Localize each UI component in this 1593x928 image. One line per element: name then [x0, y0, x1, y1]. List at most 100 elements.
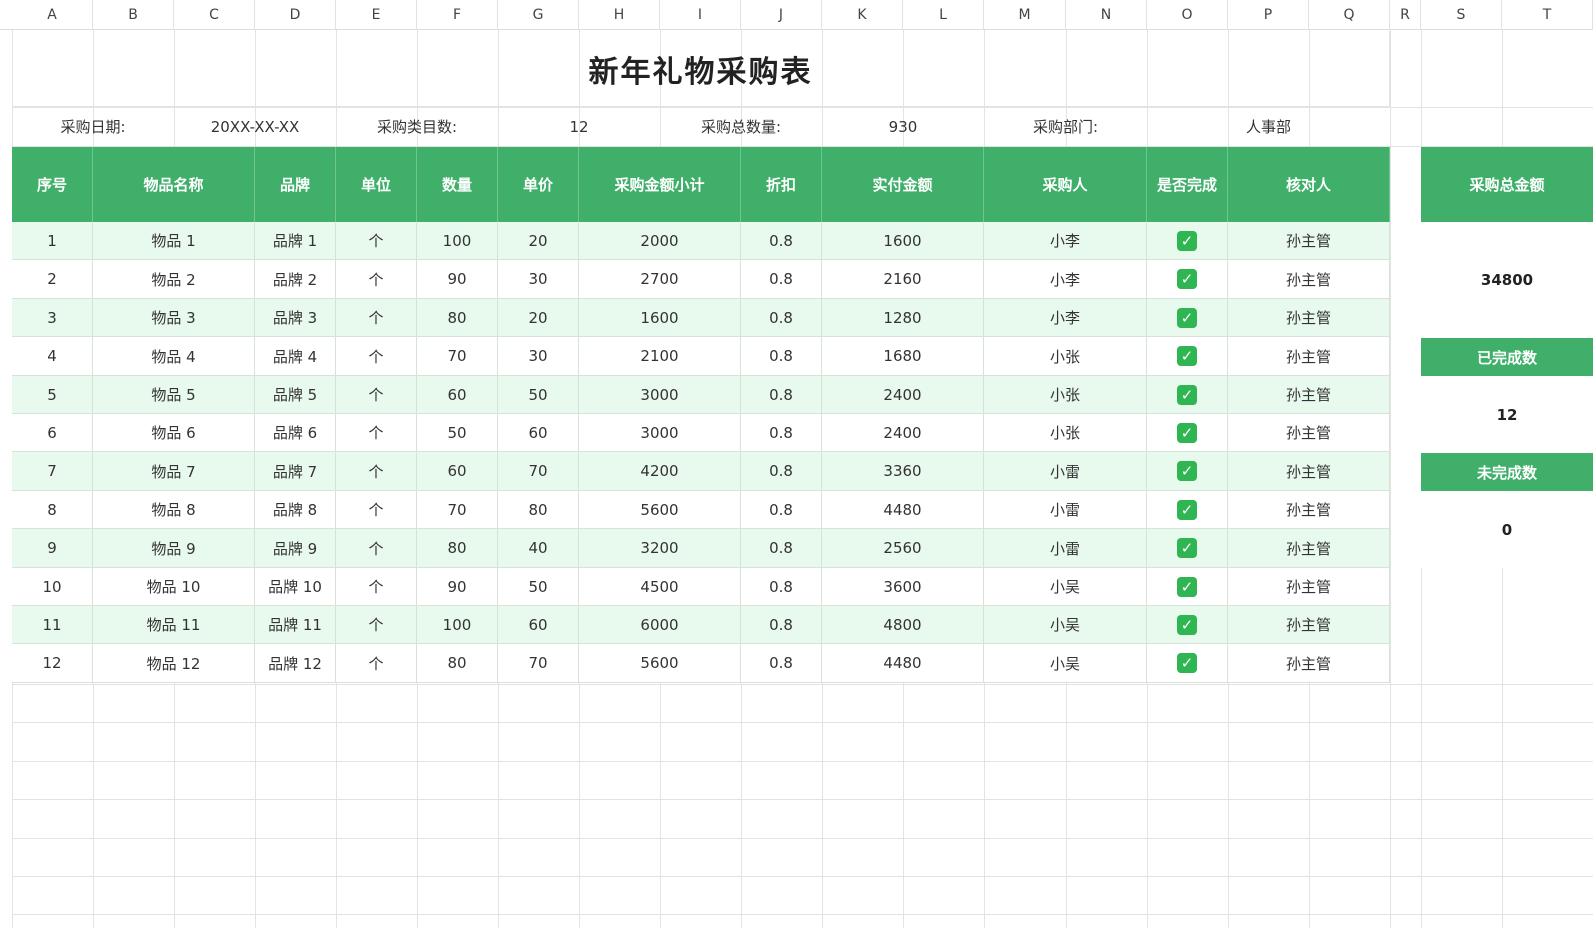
- cell-buyer[interactable]: 小张: [984, 414, 1147, 452]
- cell-unit-price[interactable]: 20: [498, 222, 579, 260]
- column-header-m[interactable]: M: [984, 0, 1066, 30]
- cell-done[interactable]: ✓: [1147, 260, 1228, 299]
- column-header-d[interactable]: D: [255, 0, 336, 30]
- cell-unit-price[interactable]: 50: [498, 568, 579, 606]
- cell-quantity[interactable]: 90: [417, 568, 498, 606]
- cell-checker[interactable]: 孙主管: [1228, 337, 1390, 376]
- cell-unit[interactable]: 个: [336, 260, 417, 299]
- cell-done[interactable]: ✓: [1147, 222, 1228, 260]
- cell-buyer[interactable]: 小张: [984, 337, 1147, 376]
- cell-discount[interactable]: 0.8: [741, 452, 822, 491]
- cell-buyer[interactable]: 小张: [984, 376, 1147, 414]
- column-header-l[interactable]: L: [903, 0, 984, 30]
- incomplete-count-value[interactable]: 0: [1421, 491, 1593, 568]
- checkbox-checked-icon[interactable]: ✓: [1177, 461, 1197, 481]
- column-header-c[interactable]: C: [174, 0, 255, 30]
- cell-item-name[interactable]: 物品 7: [93, 452, 255, 491]
- cell-buyer[interactable]: 小雷: [984, 491, 1147, 529]
- cell-discount[interactable]: 0.8: [741, 568, 822, 606]
- cell-item-name[interactable]: 物品 9: [93, 529, 255, 568]
- column-header-b[interactable]: B: [93, 0, 174, 30]
- header-unit-price[interactable]: 单价: [498, 147, 579, 222]
- header-discount[interactable]: 折扣: [741, 147, 822, 222]
- header-buyer[interactable]: 采购人: [984, 147, 1147, 222]
- cell-index[interactable]: 5: [12, 376, 93, 414]
- header-done[interactable]: 是否完成: [1147, 147, 1228, 222]
- cell-done[interactable]: ✓: [1147, 529, 1228, 568]
- cell-item-name[interactable]: 物品 2: [93, 260, 255, 299]
- cell-discount[interactable]: 0.8: [741, 222, 822, 260]
- cell-checker[interactable]: 孙主管: [1228, 606, 1390, 644]
- cell-unit[interactable]: 个: [336, 491, 417, 529]
- cell-item-name[interactable]: 物品 5: [93, 376, 255, 414]
- cell-paid-amount[interactable]: 4480: [822, 491, 984, 529]
- header-index[interactable]: 序号: [12, 147, 93, 222]
- cell-paid-amount[interactable]: 2160: [822, 260, 984, 299]
- cell-unit-price[interactable]: 30: [498, 337, 579, 376]
- cell-paid-amount[interactable]: 4800: [822, 606, 984, 644]
- checkbox-checked-icon[interactable]: ✓: [1177, 307, 1197, 328]
- header-brand[interactable]: 品牌: [255, 147, 336, 222]
- cell-item-name[interactable]: 物品 4: [93, 337, 255, 376]
- column-header-j[interactable]: J: [741, 0, 822, 30]
- cell-buyer[interactable]: 小雷: [984, 452, 1147, 491]
- cell-unit[interactable]: 个: [336, 452, 417, 491]
- header-item-name[interactable]: 物品名称: [93, 147, 255, 222]
- cell-unit[interactable]: 个: [336, 337, 417, 376]
- cell-checker[interactable]: 孙主管: [1228, 644, 1390, 683]
- cell-brand[interactable]: 品牌 3: [255, 299, 336, 337]
- cell-paid-amount[interactable]: 3360: [822, 452, 984, 491]
- cell-brand[interactable]: 品牌 5: [255, 376, 336, 414]
- column-header-g[interactable]: G: [498, 0, 579, 30]
- checkbox-checked-icon[interactable]: ✓: [1177, 384, 1197, 405]
- header-unit[interactable]: 单位: [336, 147, 417, 222]
- checkbox-checked-icon[interactable]: ✓: [1177, 653, 1197, 673]
- cell-subtotal[interactable]: 5600: [579, 491, 741, 529]
- cell-done[interactable]: ✓: [1147, 337, 1228, 376]
- cell-discount[interactable]: 0.8: [741, 644, 822, 683]
- cell-quantity[interactable]: 100: [417, 222, 498, 260]
- cell-checker[interactable]: 孙主管: [1228, 222, 1390, 260]
- column-header-e[interactable]: E: [336, 0, 417, 30]
- cell-subtotal[interactable]: 5600: [579, 644, 741, 683]
- column-header-q[interactable]: Q: [1309, 0, 1390, 30]
- cell-subtotal[interactable]: 2700: [579, 260, 741, 299]
- checkbox-checked-icon[interactable]: ✓: [1177, 614, 1197, 635]
- column-header-k[interactable]: K: [822, 0, 903, 30]
- cell-done[interactable]: ✓: [1147, 376, 1228, 414]
- cell-paid-amount[interactable]: 1280: [822, 299, 984, 337]
- checkbox-checked-icon[interactable]: ✓: [1177, 346, 1197, 366]
- cell-discount[interactable]: 0.8: [741, 299, 822, 337]
- cell-buyer[interactable]: 小雷: [984, 529, 1147, 568]
- cell-quantity[interactable]: 80: [417, 644, 498, 683]
- cell-unit[interactable]: 个: [336, 606, 417, 644]
- checkbox-checked-icon[interactable]: ✓: [1177, 269, 1197, 289]
- cell-quantity[interactable]: 50: [417, 414, 498, 452]
- checkbox-checked-icon[interactable]: ✓: [1177, 230, 1197, 251]
- cell-subtotal[interactable]: 2100: [579, 337, 741, 376]
- incomplete-count-label[interactable]: 未完成数: [1421, 453, 1593, 491]
- cell-index[interactable]: 3: [12, 299, 93, 337]
- cell-unit[interactable]: 个: [336, 414, 417, 452]
- column-header-s[interactable]: S: [1421, 0, 1502, 30]
- total-quantity-label[interactable]: 采购总数量:: [660, 107, 822, 146]
- cell-checker[interactable]: 孙主管: [1228, 376, 1390, 414]
- cell-item-name[interactable]: 物品 1: [93, 222, 255, 260]
- cell-subtotal[interactable]: 6000: [579, 606, 741, 644]
- category-count-label[interactable]: 采购类目数:: [336, 107, 498, 146]
- cell-brand[interactable]: 品牌 2: [255, 260, 336, 299]
- total-quantity-value[interactable]: 930: [822, 107, 984, 146]
- cell-item-name[interactable]: 物品 11: [93, 606, 255, 644]
- cell-unit-price[interactable]: 50: [498, 376, 579, 414]
- cell-quantity[interactable]: 70: [417, 491, 498, 529]
- department-value[interactable]: 人事部: [1147, 107, 1390, 146]
- cell-subtotal[interactable]: 2000: [579, 222, 741, 260]
- cell-index[interactable]: 12: [12, 644, 93, 683]
- cell-index[interactable]: 2: [12, 260, 93, 299]
- cell-quantity[interactable]: 80: [417, 529, 498, 568]
- cell-buyer[interactable]: 小李: [984, 299, 1147, 337]
- column-header-o[interactable]: O: [1147, 0, 1228, 30]
- cell-checker[interactable]: 孙主管: [1228, 260, 1390, 299]
- cell-index[interactable]: 7: [12, 452, 93, 491]
- cell-paid-amount[interactable]: 1680: [822, 337, 984, 376]
